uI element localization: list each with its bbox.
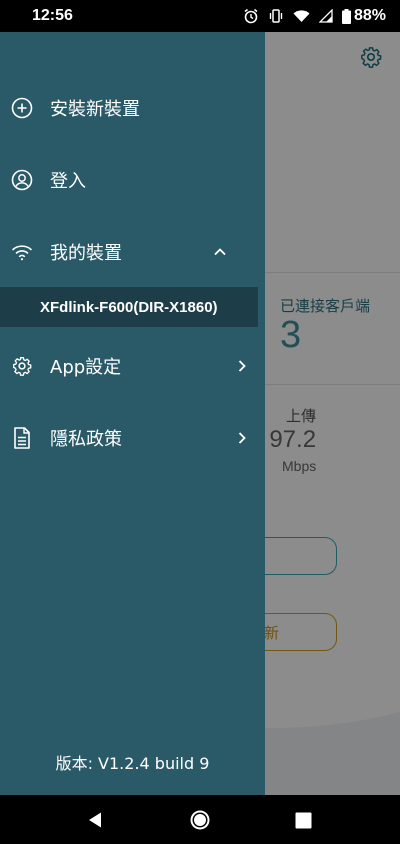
drawer-item-app-settings[interactable]: App設定: [0, 338, 265, 394]
signal-icon: [318, 9, 333, 23]
chevron-up-icon[interactable]: [213, 245, 227, 259]
add-circle-icon: [11, 97, 33, 119]
chevron-right-icon: [238, 360, 246, 372]
recents-icon[interactable]: [290, 807, 316, 833]
vibrate-icon: [268, 8, 284, 24]
status-time: 12:56: [32, 7, 73, 24]
device-name: XFdlink-F600(DIR-X1860): [40, 298, 218, 316]
drawer-item-label: 隱私政策: [50, 429, 122, 450]
chevron-right-icon: [238, 432, 246, 444]
battery-icon: [341, 8, 351, 24]
back-icon[interactable]: [82, 807, 108, 833]
user-icon: [11, 169, 33, 191]
drawer-item-install-device[interactable]: 安裝新裝置: [0, 80, 265, 136]
wifi-icon: [293, 9, 310, 23]
drawer-item-label: App設定: [50, 357, 122, 378]
navigation-drawer: 安裝新裝置 登入 我的裝置 XFdlink-F600(DIR-X1860) Ap…: [0, 32, 265, 795]
drawer-item-login[interactable]: 登入: [0, 152, 265, 208]
battery-status: 88%: [341, 7, 386, 25]
app-version: 版本: V1.2.4 build 9: [55, 754, 210, 773]
document-icon: [11, 427, 33, 449]
drawer-item-my-devices[interactable]: 我的裝置: [0, 224, 265, 280]
device-list-item[interactable]: XFdlink-F600(DIR-X1860): [0, 287, 258, 327]
home-icon[interactable]: [187, 807, 213, 833]
wifi-icon: [11, 241, 33, 263]
system-navigation-bar: [0, 795, 400, 844]
gear-icon: [11, 355, 33, 377]
drawer-item-label: 我的裝置: [50, 243, 122, 264]
status-icons: 88%: [243, 7, 386, 25]
drawer-item-privacy-policy[interactable]: 隱私政策: [0, 410, 265, 466]
alarm-icon: [243, 8, 259, 24]
drawer-item-label: 登入: [50, 171, 86, 192]
drawer-item-label: 安裝新裝置: [50, 99, 140, 120]
battery-percent: 88%: [353, 7, 386, 24]
status-bar: 12:56 88%: [0, 0, 400, 32]
